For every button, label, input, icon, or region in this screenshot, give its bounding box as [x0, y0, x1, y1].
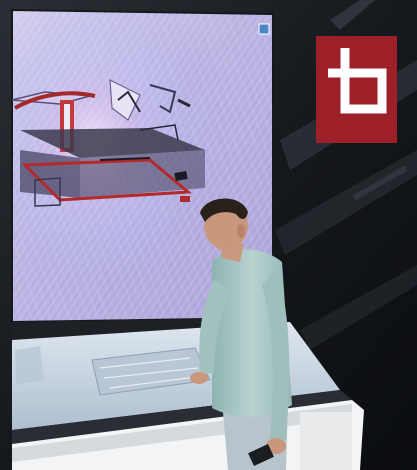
bracket-logo-icon	[316, 36, 397, 143]
scene-illustration	[0, 0, 417, 470]
photo-scene	[0, 0, 417, 470]
square-badge-icon	[258, 23, 270, 35]
